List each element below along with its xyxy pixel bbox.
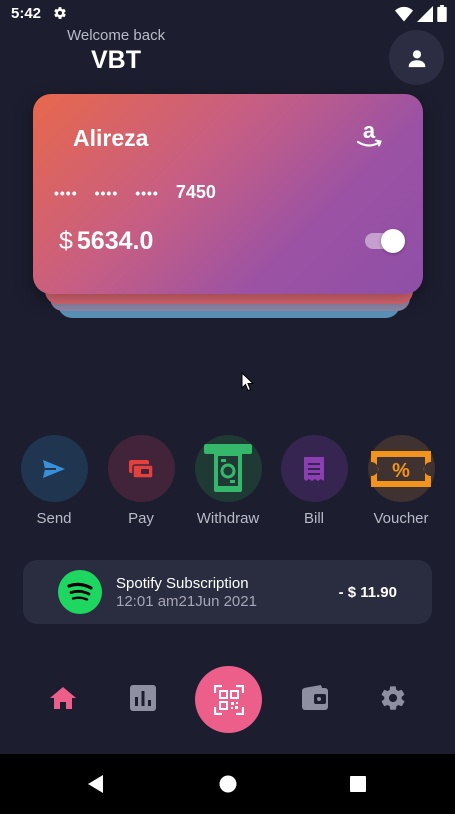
gear-icon: [381, 686, 405, 710]
action-send[interactable]: Send: [14, 435, 94, 527]
person-icon: [408, 49, 425, 67]
masked-digits: ••••: [54, 184, 78, 201]
nav-stats[interactable]: [128, 683, 158, 713]
nav-wallet[interactable]: [300, 683, 330, 713]
bottom-nav: [0, 665, 455, 735]
toggle-knob: [381, 229, 405, 253]
settings-notification-icon: [54, 7, 66, 19]
card-balance: $5634.0: [59, 227, 153, 256]
action-label: Bill: [303, 510, 324, 527]
masked-digits: ••••: [94, 184, 119, 201]
balance-amount: 5634.0: [76, 227, 154, 255]
card-holder-name: Alireza: [73, 125, 149, 151]
nav-scan-qr[interactable]: [195, 666, 262, 733]
transaction-date: 12:01 am21Jun 2021: [116, 593, 257, 610]
action-pay[interactable]: Pay: [101, 435, 181, 527]
masked-digits: ••••: [135, 184, 159, 201]
qr-scan-icon: [213, 684, 244, 715]
battery-icon: [437, 5, 447, 22]
payment-icon: [129, 459, 154, 479]
welcome-text: Welcome back: [67, 27, 166, 44]
wifi-icon: [395, 6, 413, 21]
transaction-item[interactable]: Spotify Subscription 12:01 am21Jun 2021 …: [23, 560, 432, 624]
action-withdraw[interactable]: Withdraw: [188, 435, 268, 527]
svg-text:a: a: [363, 122, 376, 143]
bar-chart-icon: [130, 685, 156, 711]
cash-withdraw-icon: [204, 443, 252, 492]
card-last-four: 7450: [175, 182, 216, 202]
home-icon: [50, 687, 76, 709]
recents-square-icon: [350, 776, 366, 792]
bill-button[interactable]: [280, 435, 348, 502]
home-system-button[interactable]: [215, 771, 241, 797]
action-label: Pay: [128, 510, 154, 527]
home-circle-icon: [219, 775, 237, 793]
ticket-percent-icon: %: [371, 450, 431, 487]
status-bar: 5:42: [0, 0, 455, 28]
bank-card[interactable]: Alireza a •••• •••• •••• 7450 $5634.0: [33, 94, 423, 294]
spotify-icon: [58, 570, 102, 614]
currency-symbol: $: [59, 227, 73, 255]
quick-actions: Send Pay Withdraw Bill % Voucher: [0, 435, 455, 530]
recents-button[interactable]: [345, 771, 371, 797]
withdraw-button[interactable]: [194, 435, 262, 502]
app-screen: 5:42 Welcome back VBT Alireza a •••• •••…: [0, 0, 455, 754]
voucher-button[interactable]: %: [367, 435, 435, 502]
send-button[interactable]: [20, 435, 88, 502]
back-button[interactable]: [83, 771, 109, 797]
system-navigation-bar: [0, 754, 455, 814]
card-number: •••• •••• •••• 7450: [54, 182, 216, 203]
transaction-amount: - $ 11.90: [338, 584, 397, 601]
status-time: 5:42: [11, 5, 42, 22]
action-voucher[interactable]: % Voucher: [361, 435, 441, 527]
action-label: Withdraw: [196, 510, 260, 527]
action-label: Voucher: [373, 510, 429, 527]
action-bill[interactable]: Bill: [274, 435, 354, 527]
back-triangle-icon: [88, 775, 103, 793]
mouse-cursor-icon: [241, 372, 255, 392]
card-active-toggle[interactable]: [365, 228, 405, 254]
receipt-icon: [304, 456, 324, 481]
send-icon: [43, 459, 65, 478]
status-icons: [395, 5, 447, 22]
svg-text:%: %: [392, 460, 410, 482]
action-label: Send: [36, 510, 72, 527]
pay-button[interactable]: [107, 435, 175, 502]
wallet-icon: [302, 685, 328, 710]
transaction-title: Spotify Subscription: [116, 575, 249, 592]
signal-icon: [417, 5, 433, 22]
nav-settings[interactable]: [378, 683, 408, 713]
amazon-icon: a: [356, 122, 382, 147]
nav-home[interactable]: [48, 683, 78, 713]
username: VBT: [91, 46, 141, 74]
profile-button[interactable]: [389, 30, 444, 85]
